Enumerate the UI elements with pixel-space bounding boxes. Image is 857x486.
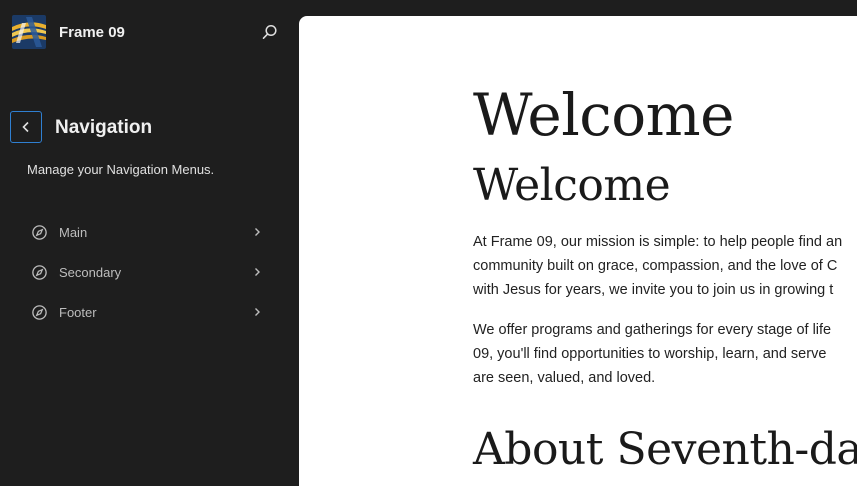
preview-paragraph-1: At Frame 09, our mission is simple: to h…: [473, 230, 842, 302]
navigation-menu-list: Main Secondary Footer: [18, 212, 280, 332]
chevron-right-icon: [250, 225, 264, 239]
chevron-right-icon: [250, 265, 264, 279]
compass-icon: [30, 223, 48, 241]
panel-title: Navigation: [55, 117, 153, 138]
compass-icon: [30, 263, 48, 281]
paragraph-line: with Jesus for years, we invite you to j…: [473, 282, 834, 298]
site-header: Frame 09: [0, 0, 299, 64]
paragraph-line: We offer programs and gatherings for eve…: [473, 322, 832, 338]
paragraph-line: 09, you'll find opportunities to worship…: [473, 346, 827, 362]
menu-item-label: Secondary: [59, 264, 122, 280]
search-icon: [262, 24, 277, 39]
preview-heading-1: Welcome: [473, 81, 734, 149]
preview-heading-3: About Seventh-da: [473, 424, 857, 475]
site-title[interactable]: Frame 09: [59, 24, 125, 41]
paragraph-line: are seen, valued, and loved.: [473, 370, 656, 386]
site-logo-icon[interactable]: [12, 15, 46, 49]
menu-item-label: Main: [59, 224, 88, 240]
preview-heading-2: Welcome: [473, 160, 671, 211]
chevron-left-icon: [22, 121, 29, 133]
menu-item-secondary[interactable]: Secondary: [18, 252, 280, 292]
menu-item-main[interactable]: Main: [18, 212, 280, 252]
panel-description: Manage your Navigation Menus.: [27, 162, 215, 177]
preview-paragraph-2: We offer programs and gatherings for eve…: [473, 318, 831, 390]
search-button[interactable]: [258, 20, 282, 44]
paragraph-line: community built on grace, compassion, an…: [473, 258, 838, 274]
menu-item-label: Footer: [59, 304, 97, 320]
paragraph-line: At Frame 09, our mission is simple: to h…: [473, 234, 843, 250]
sidebar: Frame 09 Navigation Manage your Navigati…: [0, 0, 299, 475]
editor-canvas-preview[interactable]: Welcome Welcome At Frame 09, our mission…: [299, 16, 857, 486]
menu-item-footer[interactable]: Footer: [18, 292, 280, 332]
compass-icon: [30, 303, 48, 321]
back-button[interactable]: [10, 111, 42, 143]
chevron-right-icon: [250, 305, 264, 319]
